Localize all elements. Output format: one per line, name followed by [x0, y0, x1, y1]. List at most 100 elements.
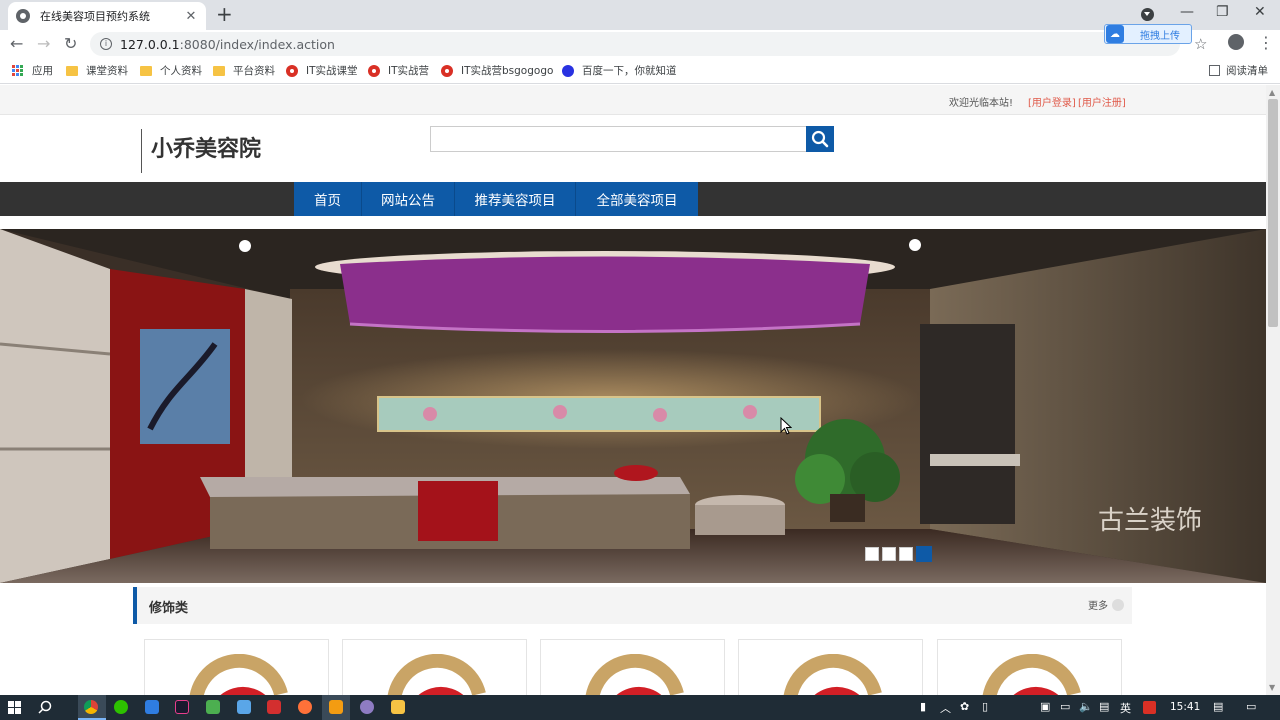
intellij-icon[interactable] [175, 700, 189, 714]
apps-grid-icon [12, 64, 24, 77]
nav-recommended-items[interactable]: 推荐美容项目 [455, 182, 576, 216]
file-explorer-icon[interactable] [391, 700, 405, 714]
nav-all-items[interactable]: 全部美容项目 [576, 182, 698, 216]
security-icon[interactable]: ▣ [1040, 700, 1050, 713]
page-scrollbar[interactable]: ▲ ▼ [1266, 85, 1280, 695]
bookmark-folder-personal[interactable]: 个人资料 [140, 63, 202, 78]
product-card[interactable] [342, 639, 527, 695]
address-bar[interactable]: i 127.0.0.1:8080/index/index.action [90, 32, 1180, 56]
wechat-icon[interactable] [114, 700, 128, 714]
register-link[interactable]: [用户注册] [1078, 94, 1126, 109]
more-arrow-icon [1112, 598, 1124, 611]
section-header: 修饰类 更多 [133, 587, 1132, 624]
scroll-up-icon[interactable]: ▲ [1269, 88, 1275, 97]
bookmark-it-camp[interactable]: IT实战营 [368, 63, 429, 78]
bookmark-folder-platform[interactable]: 平台资料 [213, 63, 275, 78]
sogou-ime-icon[interactable] [1143, 701, 1156, 714]
search-button[interactable] [806, 126, 834, 152]
notification-badge-icon[interactable]: ▤ [1213, 700, 1223, 713]
baidu-paw-icon [562, 64, 574, 77]
bookmark-label: 应用 [32, 65, 53, 77]
site-favicon-icon [368, 64, 380, 77]
bookmark-it-class[interactable]: IT实战课堂 [286, 63, 358, 78]
back-icon[interactable]: ← [10, 34, 23, 53]
bookmark-star-icon[interactable]: ☆ [1194, 35, 1207, 53]
folder-icon [140, 65, 152, 76]
windows-start-icon[interactable] [8, 701, 21, 714]
ime-indicator[interactable]: 英 [1120, 700, 1131, 716]
drag-upload-button[interactable]: ☁ 拖拽上传 [1104, 24, 1192, 44]
feishu-icon[interactable] [145, 700, 159, 714]
app-icon [329, 700, 343, 714]
menu-kebab-icon[interactable]: ⋮ [1258, 33, 1274, 52]
minimize-button[interactable]: — [1180, 4, 1194, 20]
bookmark-label: 平台资料 [233, 65, 275, 77]
site-favicon-icon [286, 64, 298, 77]
forward-icon[interactable]: → [37, 34, 50, 53]
site-logo-title[interactable]: 小乔美容院 [141, 129, 261, 173]
battery-icon[interactable]: ▮ [920, 700, 926, 713]
microphone-icon[interactable]: ▯ [982, 700, 988, 713]
slide-dot-4-active[interactable] [916, 546, 932, 562]
bookmark-label: 课堂资料 [86, 65, 128, 77]
slide-dot-3[interactable] [899, 547, 913, 561]
tray-expand-icon[interactable]: ︿ [940, 700, 951, 716]
new-tab-button[interactable]: + [216, 4, 233, 24]
nav-home[interactable]: 首页 [294, 182, 362, 216]
network-status-icon[interactable]: ▤ [1099, 700, 1109, 713]
bookmark-folder-class[interactable]: 课堂资料 [66, 63, 128, 78]
bookmark-apps[interactable]: 应用 [12, 63, 53, 78]
power-icon[interactable]: ▭ [1060, 700, 1070, 713]
taskbar-clock[interactable]: 15:41 [1170, 701, 1200, 713]
login-link[interactable]: [用户登录] [1028, 94, 1076, 109]
firefox-icon[interactable] [298, 700, 312, 714]
search-icon[interactable] [38, 700, 52, 714]
close-window-button[interactable]: ✕ [1254, 4, 1266, 20]
more-link[interactable]: 更多 [1088, 597, 1124, 612]
settings-icon[interactable] [360, 700, 374, 714]
welcome-text: 欢迎光临本站! [949, 98, 1014, 109]
bookmark-label: IT实战营 [388, 65, 430, 77]
tab-search-icon[interactable] [1141, 8, 1154, 21]
nav-announcements[interactable]: 网站公告 [362, 182, 455, 216]
tray-app-icon[interactable]: ✿ [960, 700, 969, 713]
profile-avatar-icon[interactable] [1228, 34, 1244, 50]
notepad-icon[interactable] [206, 700, 220, 714]
volume-icon[interactable]: 🔈 [1079, 700, 1093, 713]
salon-room-photo: 古兰装饰 [0, 229, 1266, 583]
browser-toolbar: ← → ↻ i 127.0.0.1:8080/index/index.actio… [0, 30, 1280, 58]
folder-icon [213, 65, 225, 76]
action-center-icon[interactable]: ▭ [1246, 700, 1256, 713]
drag-upload-label: 拖拽上传 [1140, 30, 1180, 42]
main-nav: 首页 网站公告 推荐美容项目 全部美容项目 [0, 182, 1266, 216]
site-top-bar: 欢迎光临本站! [用户登录] [用户注册] [0, 85, 1266, 115]
search-input[interactable] [430, 126, 808, 152]
maximize-button[interactable]: ❐ [1216, 4, 1229, 20]
reload-icon[interactable]: ↻ [64, 34, 77, 53]
windows-taskbar: ▮ ︿ ✿ ▯ ▣ ▭ 🔈 ▤ 英 15:41 ▤ ▭ [0, 695, 1280, 720]
network-icon[interactable] [237, 700, 251, 714]
search-icon [811, 130, 829, 148]
card-logo-icon [982, 654, 1081, 695]
bookmark-it-camp-bsgogogo[interactable]: IT实战营bsgogogo [441, 63, 553, 78]
scrollbar-thumb[interactable] [1268, 99, 1278, 327]
product-card[interactable] [937, 639, 1122, 695]
reading-list[interactable]: 阅读清单 [1209, 63, 1268, 78]
close-tab-icon[interactable]: ✕ [184, 9, 198, 24]
folder-icon [66, 65, 78, 76]
cloud-icon: ☁ [1106, 25, 1124, 43]
slide-dot-1[interactable] [865, 547, 879, 561]
reading-list-label: 阅读清单 [1226, 65, 1268, 77]
product-card[interactable] [144, 639, 329, 695]
wps-icon[interactable] [267, 700, 281, 714]
hero-banner-image[interactable]: 古兰装饰 [0, 229, 1266, 583]
browser-tab[interactable]: 在线美容项目预约系统 ✕ [8, 2, 206, 30]
banner-watermark: 古兰装饰 [1098, 506, 1202, 536]
slide-dot-2[interactable] [882, 547, 896, 561]
site-info-icon[interactable]: i [100, 38, 112, 50]
scroll-down-icon[interactable]: ▼ [1269, 683, 1275, 692]
product-card[interactable] [540, 639, 725, 695]
site-favicon-icon [16, 9, 30, 23]
bookmark-baidu[interactable]: 百度一下，你就知道 [562, 63, 677, 78]
product-card[interactable] [738, 639, 923, 695]
